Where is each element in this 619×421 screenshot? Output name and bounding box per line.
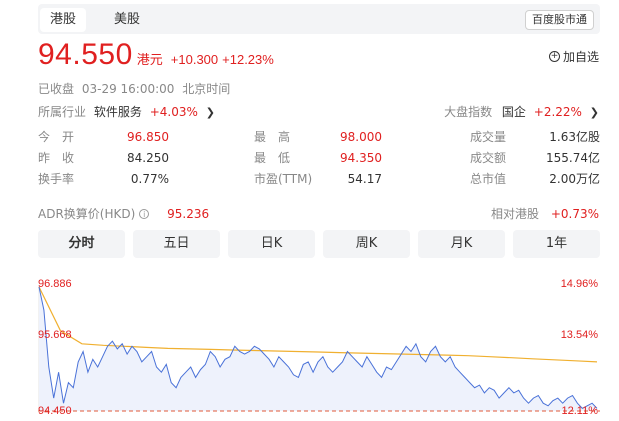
period-tab-intraday[interactable]: 分时	[38, 230, 125, 258]
status-timezone: 北京时间	[182, 82, 231, 96]
level-mid-pct: 13.54%	[560, 329, 598, 341]
plus-circle-icon: +	[548, 51, 560, 62]
adr-value: 95.236	[167, 207, 210, 221]
period-tabs: 分时 五日 日K 周K 月K 1年	[38, 230, 600, 258]
level-mid-price: 95.668	[38, 329, 72, 341]
intraday-chart-svg	[38, 285, 600, 412]
stat-pe: 市盈(TTM) 54.17	[254, 170, 382, 188]
stat-turnover-rate: 换手率 0.77%	[38, 170, 169, 188]
stat-turnover: 成交额 155.74亿	[470, 149, 600, 167]
price-change: +10.300	[170, 52, 219, 67]
period-tab-5day[interactable]: 五日	[133, 230, 220, 258]
stat-open-label: 今 开	[38, 130, 75, 144]
tab-us-stocks[interactable]: 美股	[104, 8, 150, 32]
stat-turnover-label: 成交额	[470, 151, 507, 165]
add-watchlist-label: 加自选	[562, 50, 599, 64]
stat-high-value: 98.000	[340, 130, 382, 144]
stat-high-label: 最 高	[254, 130, 291, 144]
level-top-price: 96.886	[38, 278, 72, 290]
market-tab-bar: 港股 美股 百度股市通	[38, 4, 600, 34]
stat-high: 最 高 98.000	[254, 128, 382, 146]
stat-prev-close-value: 84.250	[127, 151, 169, 165]
status-state: 已收盘	[38, 82, 75, 96]
stat-prev-close: 昨 收 84.250	[38, 149, 169, 167]
stat-turnover-rate-label: 换手率	[38, 172, 75, 186]
relative-label: 相对港股	[490, 207, 539, 221]
add-watchlist-button[interactable]: + 加自选	[548, 48, 599, 65]
relative-value: +0.73%	[550, 207, 599, 221]
period-tab-monthly-k[interactable]: 月K	[418, 230, 505, 258]
current-price: 94.550	[38, 38, 133, 71]
index-change: +2.22%	[533, 105, 582, 119]
stat-turnover-value: 155.74亿	[546, 151, 600, 165]
period-tab-weekly-k[interactable]: 周K	[323, 230, 410, 258]
stat-low-value: 94.350	[340, 151, 382, 165]
stat-turnover-rate-value: 0.77%	[130, 172, 169, 186]
industry-change: +4.03%	[149, 105, 198, 119]
stat-open: 今 开 96.850	[38, 128, 169, 146]
market-status: 已收盘 03-29 16:00:00 北京时间	[38, 80, 234, 97]
level-top-pct: 14.96%	[560, 278, 598, 290]
adr-price: ADR换算价(HKD) i 95.236	[38, 205, 209, 222]
stat-market-cap-label: 总市值	[470, 172, 507, 186]
chevron-right-icon: ❯	[205, 106, 215, 119]
index-label: 大盘指数	[444, 105, 493, 119]
stat-market-cap-value: 2.00万亿	[549, 172, 600, 186]
info-icon[interactable]: i	[139, 209, 150, 219]
status-time: 03-29 16:00:00	[81, 82, 175, 96]
stat-low-label: 最 低	[254, 151, 291, 165]
price-change-pct: +12.23%	[222, 52, 274, 67]
adr-label: ADR换算价(HKD)	[38, 207, 136, 221]
relative-hk: 相对港股 +0.73%	[491, 205, 599, 222]
stat-low: 最 低 94.350	[254, 149, 382, 167]
industry-label: 所属行业	[38, 105, 87, 119]
index-name: 国企	[501, 105, 526, 119]
currency-label: 港元	[136, 53, 163, 68]
stat-open-value: 96.850	[127, 130, 169, 144]
tab-hk-stocks[interactable]: 港股	[40, 8, 86, 32]
stock-connect-button[interactable]: 百度股市通	[525, 10, 594, 30]
stat-volume-value: 1.63亿股	[549, 130, 600, 144]
industry-link[interactable]: 所属行业 软件服务 +4.03% ❯	[38, 103, 215, 120]
stat-prev-close-label: 昨 收	[38, 151, 75, 165]
period-tab-daily-k[interactable]: 日K	[228, 230, 315, 258]
chevron-right-icon: ❯	[589, 106, 599, 119]
stat-market-cap: 总市值 2.00万亿	[470, 170, 600, 188]
level-low-pct: 12.11%	[561, 405, 599, 417]
level-low-price: 94.450	[38, 405, 72, 417]
period-tab-1year[interactable]: 1年	[513, 230, 600, 258]
intraday-chart[interactable]: 96.886 95.668 94.450 14.96% 13.54% 12.11…	[38, 270, 600, 421]
stat-pe-label: 市盈(TTM)	[254, 172, 313, 186]
stat-volume: 成交量 1.63亿股	[470, 128, 600, 146]
quote-header: 94.550 港元 +10.300 +12.23%	[38, 38, 274, 74]
stat-volume-label: 成交量	[470, 130, 507, 144]
industry-name: 软件服务	[93, 105, 142, 119]
stat-pe-value: 54.17	[347, 172, 382, 186]
market-index-link[interactable]: 大盘指数 国企 +2.22% ❯	[444, 103, 599, 120]
